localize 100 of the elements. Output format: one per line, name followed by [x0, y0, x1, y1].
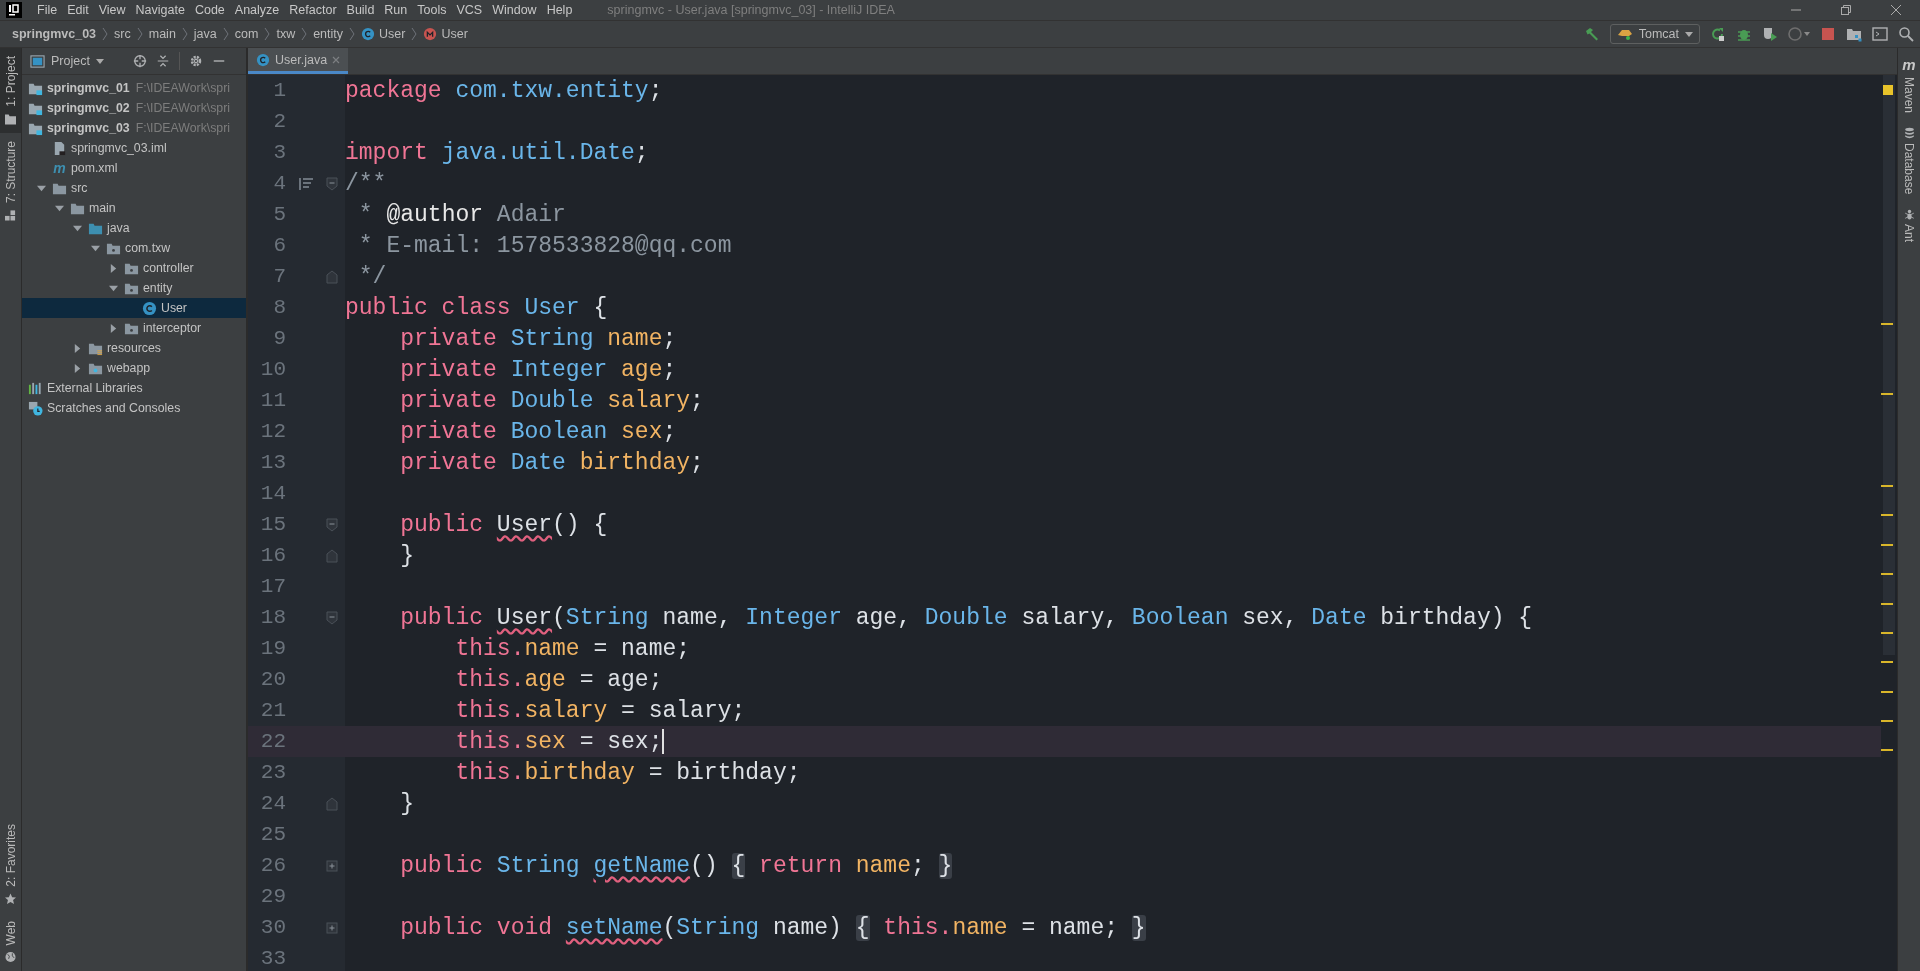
tool-window-tab[interactable]: Database	[1902, 123, 1916, 205]
expanded-arrow-icon[interactable]	[108, 283, 118, 293]
menu-item[interactable]: Edit	[62, 3, 94, 17]
scratch-clock-icon	[28, 400, 43, 416]
stop-icon[interactable]	[1820, 26, 1836, 42]
class-icon	[256, 52, 270, 67]
tree-item[interactable]: controller	[22, 258, 246, 278]
tree-item[interactable]: External Libraries	[22, 378, 246, 398]
tree-item[interactable]: springmvc_01 F:\IDEAWork\spri	[22, 78, 246, 98]
menu-item[interactable]: Window	[487, 3, 542, 17]
window-layout-icon[interactable]	[1872, 26, 1888, 42]
tree-item[interactable]: java	[22, 218, 246, 238]
chevron-icon	[264, 27, 271, 41]
folder-icon	[5, 112, 16, 125]
code-line: this.salary = salary;	[454, 697, 746, 724]
menu-item[interactable]: View	[93, 3, 131, 17]
expand-fold-icon[interactable]	[326, 920, 338, 935]
app-logo-icon[interactable]	[6, 2, 22, 18]
code-line: private Integer age;	[399, 356, 677, 383]
fold-marker-icon[interactable]	[326, 796, 338, 811]
tree-item[interactable]: m pom.xml	[22, 158, 246, 178]
tree-item[interactable]: main	[22, 198, 246, 218]
breadcrumb[interactable]: src	[114, 27, 131, 41]
collapsed-arrow-icon[interactable]	[108, 263, 118, 273]
menu-item[interactable]: Refactor	[284, 3, 342, 17]
tree-item[interactable]: resources	[22, 338, 246, 358]
tool-window-tab[interactable]: 1: Project	[0, 48, 21, 133]
tree-item[interactable]: src	[22, 178, 246, 198]
menu-item[interactable]: Navigate	[130, 3, 190, 17]
line-number: 13	[259, 451, 286, 474]
menu-item[interactable]: Run	[379, 3, 413, 17]
tree-item[interactable]: webapp	[22, 358, 246, 378]
code-line: this.age = age;	[454, 666, 663, 693]
breadcrumb[interactable]: entity	[313, 27, 344, 41]
fold-marker-icon[interactable]	[326, 610, 338, 625]
line-number: 29	[259, 885, 286, 908]
line-number: 18	[259, 606, 286, 629]
code-line: private String name;	[399, 325, 677, 352]
breadcrumb[interactable]: java	[193, 27, 217, 41]
breadcrumb[interactable]: springmvc_03	[12, 27, 97, 41]
tree-item[interactable]: User	[22, 298, 246, 318]
code-line: */	[357, 263, 387, 290]
folder-grid-icon[interactable]	[1846, 26, 1862, 42]
rerun-icon[interactable]	[1710, 26, 1726, 42]
restore-icon[interactable]	[1840, 4, 1852, 16]
tool-window-tab[interactable]: m Maven	[1902, 52, 1916, 124]
run-config-dropdown[interactable]: Tomcat	[1609, 24, 1700, 44]
tree-item[interactable]: interceptor	[22, 318, 246, 338]
line-number: 30	[259, 916, 286, 939]
tree-item[interactable]: entity	[22, 278, 246, 298]
tool-window-tab[interactable]: Web	[0, 912, 21, 971]
code-line: }	[399, 542, 414, 569]
expand-fold-icon[interactable]	[326, 858, 338, 873]
breadcrumb[interactable]: txw	[276, 27, 296, 41]
tree-item[interactable]: com.txw	[22, 238, 246, 258]
menu-item[interactable]: File	[32, 3, 63, 17]
code-line: public void setName(String name) { this.name = name; }	[399, 914, 1146, 941]
caret-icon	[95, 58, 104, 64]
breadcrumb[interactable]: User	[361, 27, 406, 41]
tree-item[interactable]: springmvc_03.iml	[22, 138, 246, 158]
tool-window-tab[interactable]: 2: Favorites	[0, 815, 21, 913]
fold-marker-icon[interactable]	[326, 517, 338, 532]
text-caret	[662, 729, 665, 754]
search-icon[interactable]	[1898, 26, 1914, 42]
settings-icon[interactable]	[188, 54, 203, 68]
menu-item[interactable]: Build	[341, 3, 380, 17]
tree-item[interactable]: springmvc_03 F:\IDEAWork\spri	[22, 118, 246, 138]
locate-crosshair-icon[interactable]	[132, 54, 147, 68]
collapsed-arrow-icon[interactable]	[108, 323, 118, 333]
tree-item[interactable]: Scratches and Consoles	[22, 398, 246, 418]
menu-item[interactable]: Code	[189, 3, 230, 17]
database-icon	[1903, 127, 1915, 140]
shield-play-icon[interactable]	[1762, 26, 1778, 42]
menu-item[interactable]: Analyze	[229, 3, 285, 17]
fold-marker-icon[interactable]	[326, 548, 338, 563]
tool-window-tab[interactable]: Ant	[1902, 204, 1916, 253]
line-number: 21	[259, 699, 286, 722]
class-icon	[142, 300, 157, 316]
hammer-icon[interactable]	[1583, 26, 1600, 42]
breadcrumb[interactable]: com	[234, 27, 259, 41]
menu-item[interactable]: Help	[541, 3, 578, 17]
fold-marker-icon[interactable]	[326, 176, 338, 191]
collapse-all-icon[interactable]	[155, 54, 170, 68]
line-number: 25	[259, 823, 286, 846]
breadcrumb[interactable]: User	[423, 27, 468, 41]
project-view-dropdown[interactable]: Project	[28, 53, 106, 69]
menu-item[interactable]: VCS	[451, 3, 488, 17]
code-line: }	[399, 790, 414, 817]
line-number: 23	[259, 761, 286, 784]
chevron-icon	[301, 27, 308, 41]
breadcrumb[interactable]: main	[148, 27, 176, 41]
editor-tab[interactable]: User.java	[248, 48, 349, 74]
tool-window-tab[interactable]: 7: Structure	[0, 132, 21, 229]
line-number: 20	[259, 668, 286, 691]
tree-item[interactable]: springmvc_02 F:\IDEAWork\spri	[22, 98, 246, 118]
fold-marker-icon[interactable]	[326, 269, 338, 284]
doc-render-toggle-icon[interactable]	[298, 175, 314, 192]
line-number: 12	[259, 420, 286, 443]
close-icon[interactable]	[1890, 4, 1902, 16]
menu-item[interactable]: Tools	[412, 3, 452, 17]
